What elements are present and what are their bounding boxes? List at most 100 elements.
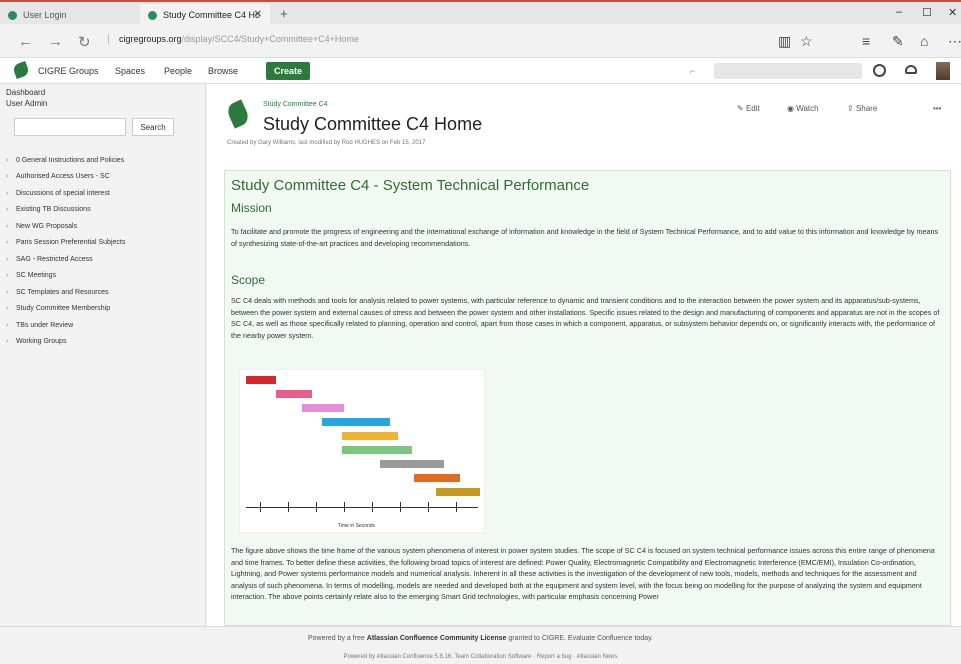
tree-item[interactable]: › TBs under Review bbox=[6, 317, 201, 334]
main-content: Study Committee C4 Study Committee C4 Ho… bbox=[207, 84, 961, 626]
tree-item[interactable]: › SC Templates and Resources bbox=[6, 284, 201, 301]
minimize-icon[interactable]: – bbox=[896, 6, 902, 18]
sidebar: Dashboard User Admin Search › 0 General I… bbox=[0, 84, 206, 626]
figure-bar bbox=[436, 488, 480, 496]
watch-button[interactable]: ◉ Watch bbox=[787, 104, 819, 113]
tree-item-label: SC Meetings bbox=[16, 272, 57, 280]
tree-item[interactable]: › Study Committee Membership bbox=[6, 301, 201, 318]
tree-item[interactable]: › Discussions of special interest bbox=[6, 185, 201, 202]
tab-label: User Login bbox=[23, 10, 67, 20]
tab-user-login[interactable]: User Login bbox=[0, 4, 140, 26]
edit-button[interactable]: ✎ Edit bbox=[737, 104, 760, 113]
figure-bar bbox=[414, 474, 460, 482]
page-tree: › 0 General Instructions and Policies › Au… bbox=[6, 152, 201, 350]
sidebar-user-admin-link[interactable]: User Admin bbox=[6, 99, 47, 108]
cursor-caret-icon: ⌐ bbox=[690, 66, 696, 76]
more-actions-button[interactable]: ••• bbox=[933, 104, 941, 113]
favicon-icon bbox=[8, 10, 17, 20]
tree-item-label: Discussions of special interest bbox=[16, 189, 110, 197]
url-field[interactable]: cigregroups.org/display/SCC4/Study+Commi… bbox=[108, 34, 359, 44]
tree-item[interactable]: › 0 General Instructions and Policies bbox=[6, 152, 201, 169]
expand-icon[interactable]: › bbox=[6, 190, 16, 197]
content-panel: Study Committee C4 - System Technical Pe… bbox=[224, 170, 951, 626]
share-button[interactable]: ⇪ Share bbox=[847, 104, 877, 113]
refresh-icon[interactable]: ↻ bbox=[78, 33, 91, 51]
expand-icon[interactable]: › bbox=[6, 289, 16, 296]
new-tab-button[interactable]: + bbox=[280, 6, 288, 21]
tree-item[interactable]: › SC Meetings bbox=[6, 268, 201, 285]
figure-bar bbox=[276, 390, 312, 398]
back-icon[interactable]: ← bbox=[18, 33, 33, 50]
pencil-icon: ✎ bbox=[737, 104, 746, 113]
web-note-icon[interactable]: ✎ bbox=[892, 33, 904, 50]
watch-label: Watch bbox=[796, 104, 819, 113]
tree-item-label: Study Committee Membership bbox=[16, 305, 111, 313]
footer-suffix: granted to CIGRE. Evaluate Confluence to… bbox=[508, 635, 653, 642]
scope-text: SC C4 deals with methods and tools for a… bbox=[231, 296, 940, 340]
axis-tick bbox=[428, 502, 429, 512]
create-button[interactable]: Create bbox=[266, 62, 310, 80]
tree-item-label: SC Templates and Resources bbox=[16, 288, 109, 296]
tree-item-label: 0 General Instructions and Policies bbox=[16, 156, 125, 164]
tree-item[interactable]: › Paris Session Preferential Subjects bbox=[6, 235, 201, 252]
nav-browse[interactable]: Browse bbox=[208, 66, 238, 76]
breadcrumb[interactable]: Study Committee C4 bbox=[263, 101, 328, 108]
footer-license-link[interactable]: Atlassian Confluence Community License bbox=[367, 635, 507, 642]
tree-item-label: Working Groups bbox=[16, 338, 67, 346]
expand-icon[interactable]: › bbox=[6, 173, 16, 180]
mission-heading: Mission bbox=[231, 201, 272, 215]
url-domain: cigregroups.org bbox=[119, 34, 182, 44]
sidebar-search-button[interactable]: Search bbox=[132, 118, 174, 136]
expand-icon[interactable]: › bbox=[6, 157, 16, 164]
tree-item[interactable]: › Working Groups bbox=[6, 334, 201, 351]
sidebar-dashboard-link[interactable]: Dashboard bbox=[6, 88, 45, 97]
header-search-input[interactable] bbox=[714, 63, 862, 79]
reading-view-icon[interactable]: ▥ bbox=[778, 33, 791, 50]
tree-item[interactable]: › SAG - Restricted Access bbox=[6, 251, 201, 268]
expand-icon[interactable]: › bbox=[6, 322, 16, 329]
forward-icon[interactable]: → bbox=[48, 33, 63, 50]
tree-item-label: TBs under Review bbox=[16, 321, 74, 329]
close-window-icon[interactable]: ✕ bbox=[948, 6, 957, 19]
page-title: Study Committee C4 Home bbox=[263, 114, 483, 134]
more-icon[interactable]: ⋯ bbox=[948, 33, 961, 50]
axis-tick bbox=[400, 502, 401, 512]
expand-icon[interactable]: › bbox=[6, 239, 16, 246]
space-logo-icon[interactable] bbox=[224, 99, 252, 129]
address-bar: ← → ↻ cigregroups.org/display/SCC4/Study… bbox=[0, 24, 961, 58]
tree-item[interactable]: › New WG Proposals bbox=[6, 218, 201, 235]
nav-cigre-groups[interactable]: CIGRE Groups bbox=[38, 66, 99, 76]
notifications-icon[interactable] bbox=[905, 65, 917, 74]
user-avatar[interactable] bbox=[936, 62, 950, 80]
share-icon: ⇪ bbox=[847, 104, 856, 113]
expand-icon[interactable]: › bbox=[6, 338, 16, 345]
confluence-logo-icon[interactable] bbox=[12, 61, 30, 79]
expand-icon[interactable]: › bbox=[6, 206, 16, 213]
favorite-star-icon[interactable]: ☆ bbox=[800, 33, 813, 50]
footer-license-line: Powered by a free Atlassian Confluence C… bbox=[0, 635, 961, 642]
figure-bar bbox=[302, 404, 344, 412]
tab-label: Study Committee C4 Ho bbox=[163, 10, 261, 20]
nav-people[interactable]: People bbox=[164, 66, 192, 76]
close-tab-icon[interactable]: ✕ bbox=[254, 9, 262, 20]
expand-icon[interactable]: › bbox=[6, 305, 16, 312]
expand-icon[interactable]: › bbox=[6, 272, 16, 279]
help-icon[interactable] bbox=[873, 64, 886, 77]
mission-text: To facilitate and promote the progress o… bbox=[231, 227, 939, 248]
expand-icon[interactable]: › bbox=[6, 256, 16, 263]
share-icon[interactable]: ⌂ bbox=[920, 33, 928, 49]
maximize-icon[interactable]: ☐ bbox=[922, 6, 932, 19]
tree-item[interactable]: › Authorised Access Users - SC bbox=[6, 169, 201, 186]
time-frame-figure: Time in Seconds bbox=[239, 369, 485, 533]
nav-spaces[interactable]: Spaces bbox=[115, 66, 145, 76]
tree-item[interactable]: › Existing TB Discussions bbox=[6, 202, 201, 219]
share-label: Share bbox=[855, 104, 878, 113]
axis-tick bbox=[344, 502, 345, 512]
figure-bar bbox=[342, 446, 412, 454]
expand-icon[interactable]: › bbox=[6, 223, 16, 230]
scope-heading: Scope bbox=[231, 273, 266, 287]
section-heading: Study Committee C4 - System Technical Pe… bbox=[231, 177, 590, 194]
tab-study-committee[interactable]: Study Committee C4 Ho ✕ bbox=[140, 4, 270, 26]
hub-icon[interactable]: ≡ bbox=[862, 33, 870, 49]
sidebar-search-input[interactable] bbox=[14, 118, 126, 136]
